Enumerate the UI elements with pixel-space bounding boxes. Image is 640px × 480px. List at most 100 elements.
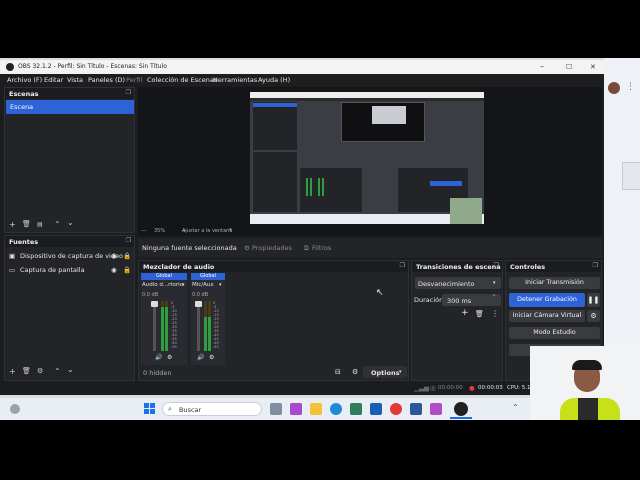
menu-coleccion[interactable]: Colección de Escenas (147, 76, 217, 84)
gear-icon[interactable]: ⚙ (209, 354, 214, 361)
transitions-title: Transiciones de escena (416, 263, 501, 271)
monitor-icon: ▭ (9, 266, 16, 274)
minimize-button[interactable]: – (540, 62, 544, 71)
weather-icon[interactable] (10, 404, 20, 414)
no-source-label: Ninguna fuente seleccionada (142, 244, 237, 252)
virtual-cam-button[interactable]: Iniciar Cámara Virtual (509, 310, 585, 322)
start-stream-button[interactable]: Iniciar Transmisión (509, 277, 600, 289)
controls-title: Controles (510, 263, 546, 271)
source-item[interactable]: ▭ Captura de pantalla ◉ 🔒 (5, 264, 134, 277)
record-icon: ● (469, 384, 475, 392)
file-explorer-icon[interactable] (310, 403, 322, 415)
dock-float-icon[interactable]: ❐ (593, 262, 598, 269)
lock-icon[interactable]: 🔒 (123, 252, 131, 260)
menu-herramientas[interactable]: Herramientas (213, 76, 257, 84)
dock-float-icon[interactable]: ❐ (400, 262, 405, 269)
filters-button[interactable]: Filtros (312, 244, 331, 252)
chrome-icon[interactable] (390, 403, 402, 415)
chevron-up-icon[interactable]: ⌃ (54, 220, 61, 229)
record-time: 00:00:03 (478, 385, 503, 391)
chevron-up-icon[interactable]: ⌃ (512, 403, 519, 412)
sources-dock: Fuentes ❐ ▣ Dispositivo de captura de vid… (4, 235, 135, 381)
chevron-down-icon[interactable]: ⌄ (67, 218, 74, 227)
mouse-cursor: ↖ (376, 288, 384, 298)
transition-select[interactable]: Desvanecimiento ▾ (415, 277, 501, 289)
slider-handle[interactable] (151, 301, 158, 307)
gear-icon[interactable]: ⚙ (587, 310, 600, 322)
dock-float-icon[interactable]: ❐ (494, 262, 499, 269)
slider-handle[interactable] (195, 301, 202, 307)
close-button[interactable]: ✕ (590, 63, 596, 71)
taskbar: ⌕ Buscar ⌃ (0, 398, 530, 420)
word-icon[interactable] (410, 403, 422, 415)
studio-mode-button[interactable]: Modo Estudio (509, 327, 600, 339)
windows-start-icon[interactable] (144, 403, 156, 415)
speaker-icon[interactable]: 🔊 (155, 354, 162, 361)
trash-icon[interactable]: 🗑 (22, 220, 31, 228)
edge-icon[interactable] (330, 403, 342, 415)
zoom-level: 35% (154, 228, 166, 234)
layout-icon[interactable]: ⊟ (335, 368, 341, 376)
menu-perfil[interactable]: Perfil (126, 76, 142, 84)
lock-icon[interactable]: 🔒 (123, 266, 131, 274)
window-titlebar: OBS 32.1.2 - Perfil: Sin Título - Escena… (0, 60, 604, 74)
avatar[interactable] (608, 82, 620, 94)
audio-mixer-dock: Mezclador de audio ❐ Global Audio d...rto… (138, 260, 409, 381)
expand-icon[interactable] (622, 162, 640, 190)
menu-paneles[interactable]: Paneles (D) (88, 76, 125, 84)
chevron-up-icon[interactable]: ⌃ (54, 367, 61, 376)
menu-archivo[interactable]: Archivo (F) (7, 76, 42, 84)
volume-slider[interactable] (153, 301, 156, 351)
source-item[interactable]: ▣ Dispositivo de captura de video ◉ 🔒 (5, 250, 134, 263)
menu-ayuda[interactable]: Ayuda (H) (258, 76, 290, 84)
stepper-icon[interactable]: ⌃ (492, 294, 496, 300)
search-input[interactable]: ⌕ Buscar (162, 402, 262, 416)
channel-name[interactable]: Audio d...rtorio (142, 282, 183, 288)
chevron-down-icon[interactable]: ▾ (219, 282, 222, 288)
active-indicator (450, 417, 472, 419)
more-icon[interactable]: ⋮ (626, 82, 635, 92)
add-icon[interactable]: + (9, 367, 16, 376)
preview-area[interactable] (138, 87, 602, 227)
eye-icon[interactable]: ◉ (111, 252, 117, 260)
menu-editar[interactable]: Editar (44, 76, 63, 84)
stop-record-button[interactable]: Detener Grabación (509, 293, 585, 307)
more-icon[interactable]: ⋮ (491, 309, 499, 318)
chevron-down-icon[interactable]: ▾ (229, 227, 232, 233)
app-icon[interactable] (430, 403, 442, 415)
duration-input[interactable]: 300 ms ⌃ (442, 294, 501, 306)
trash-icon[interactable]: 🗑 (475, 310, 484, 318)
add-icon[interactable]: + (9, 220, 16, 229)
channel-name[interactable]: Mic/Aux (192, 282, 214, 288)
chevron-down-icon[interactable]: ⌄ (67, 365, 74, 374)
gear-icon[interactable]: ⚙ (37, 367, 43, 375)
filter-icon[interactable]: ▤ (37, 221, 43, 228)
copilot-icon[interactable] (290, 403, 302, 415)
add-icon[interactable]: + (461, 308, 469, 318)
dock-float-icon[interactable]: ❐ (126, 89, 131, 96)
zoom-minus-icon[interactable]: — (141, 228, 146, 234)
chevron-down-icon[interactable]: ▾ (182, 282, 185, 288)
gear-icon[interactable]: ⚙ (352, 368, 358, 376)
filter-icon[interactable]: ⧉ (304, 244, 309, 253)
options-button[interactable]: Options ▾ (363, 366, 407, 378)
pause-icon[interactable]: ❚❚ (587, 293, 600, 307)
gear-icon[interactable]: ⚙ (244, 244, 250, 252)
hidden-count: 0 hidden (143, 369, 172, 377)
eye-icon[interactable]: ◉ (111, 266, 117, 274)
fit-dropdown[interactable]: Ajustar a la ventana (182, 228, 232, 234)
gear-icon[interactable]: ⚙ (167, 354, 172, 361)
dock-float-icon[interactable]: ❐ (126, 237, 131, 244)
mail-icon[interactable] (370, 403, 382, 415)
maximize-button[interactable]: ☐ (566, 63, 572, 71)
obs-taskbar-icon[interactable] (454, 402, 468, 416)
properties-button[interactable]: Propiedades (252, 244, 292, 252)
trash-icon[interactable]: 🗑 (22, 367, 31, 375)
store-icon[interactable] (350, 403, 362, 415)
menu-vista[interactable]: Vista (67, 76, 83, 84)
task-view-icon[interactable] (270, 403, 282, 415)
scene-item-label: Escena (10, 103, 34, 111)
speaker-icon[interactable]: 🔊 (197, 354, 204, 361)
volume-slider[interactable] (197, 301, 200, 351)
scene-item[interactable]: Escena (6, 100, 134, 114)
